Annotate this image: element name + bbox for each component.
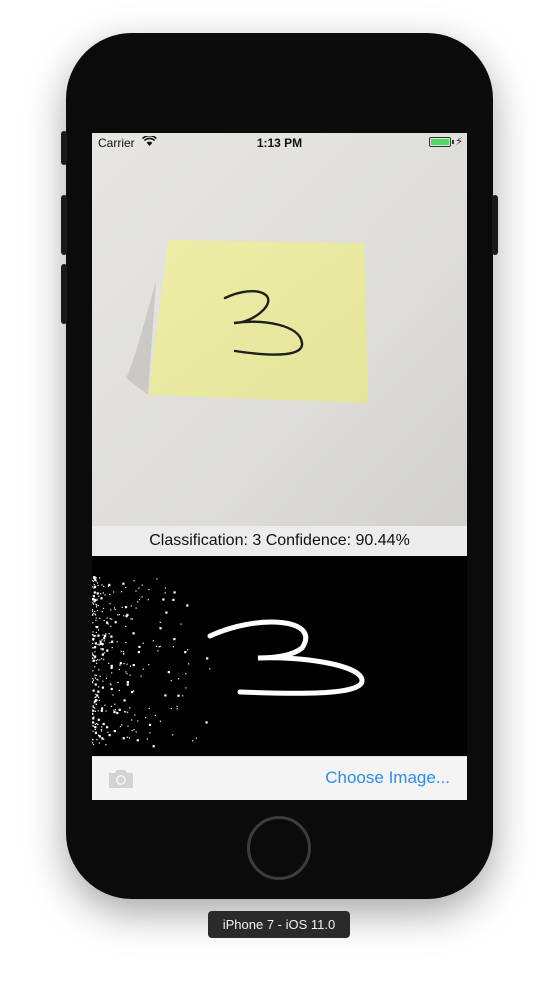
processed-image <box>92 556 467 756</box>
volume-up-button <box>61 195 67 255</box>
bottom-toolbar: Choose Image... <box>92 756 467 800</box>
simulator-device-label: iPhone 7 - iOS 11.0 <box>208 911 350 938</box>
app-screen: Carrier 1:13 PM ⚡ Classification: 3 Conf… <box>92 133 467 800</box>
status-time: 1:13 PM <box>256 136 303 150</box>
classification-result: Classification: 3 Confidence: 90.44% <box>92 526 467 556</box>
captured-photo <box>92 133 467 526</box>
battery-cap <box>452 140 454 144</box>
home-button[interactable] <box>247 816 311 880</box>
choose-image-button[interactable]: Choose Image... <box>325 768 450 788</box>
charging-bolt-icon: ⚡ <box>455 136 463 148</box>
camera-icon[interactable] <box>106 767 136 791</box>
silent-switch <box>61 131 67 165</box>
volume-down-button <box>61 264 67 324</box>
battery-icon <box>429 137 451 147</box>
status-bar: Carrier 1:13 PM ⚡ <box>92 133 467 153</box>
power-button <box>492 195 498 255</box>
